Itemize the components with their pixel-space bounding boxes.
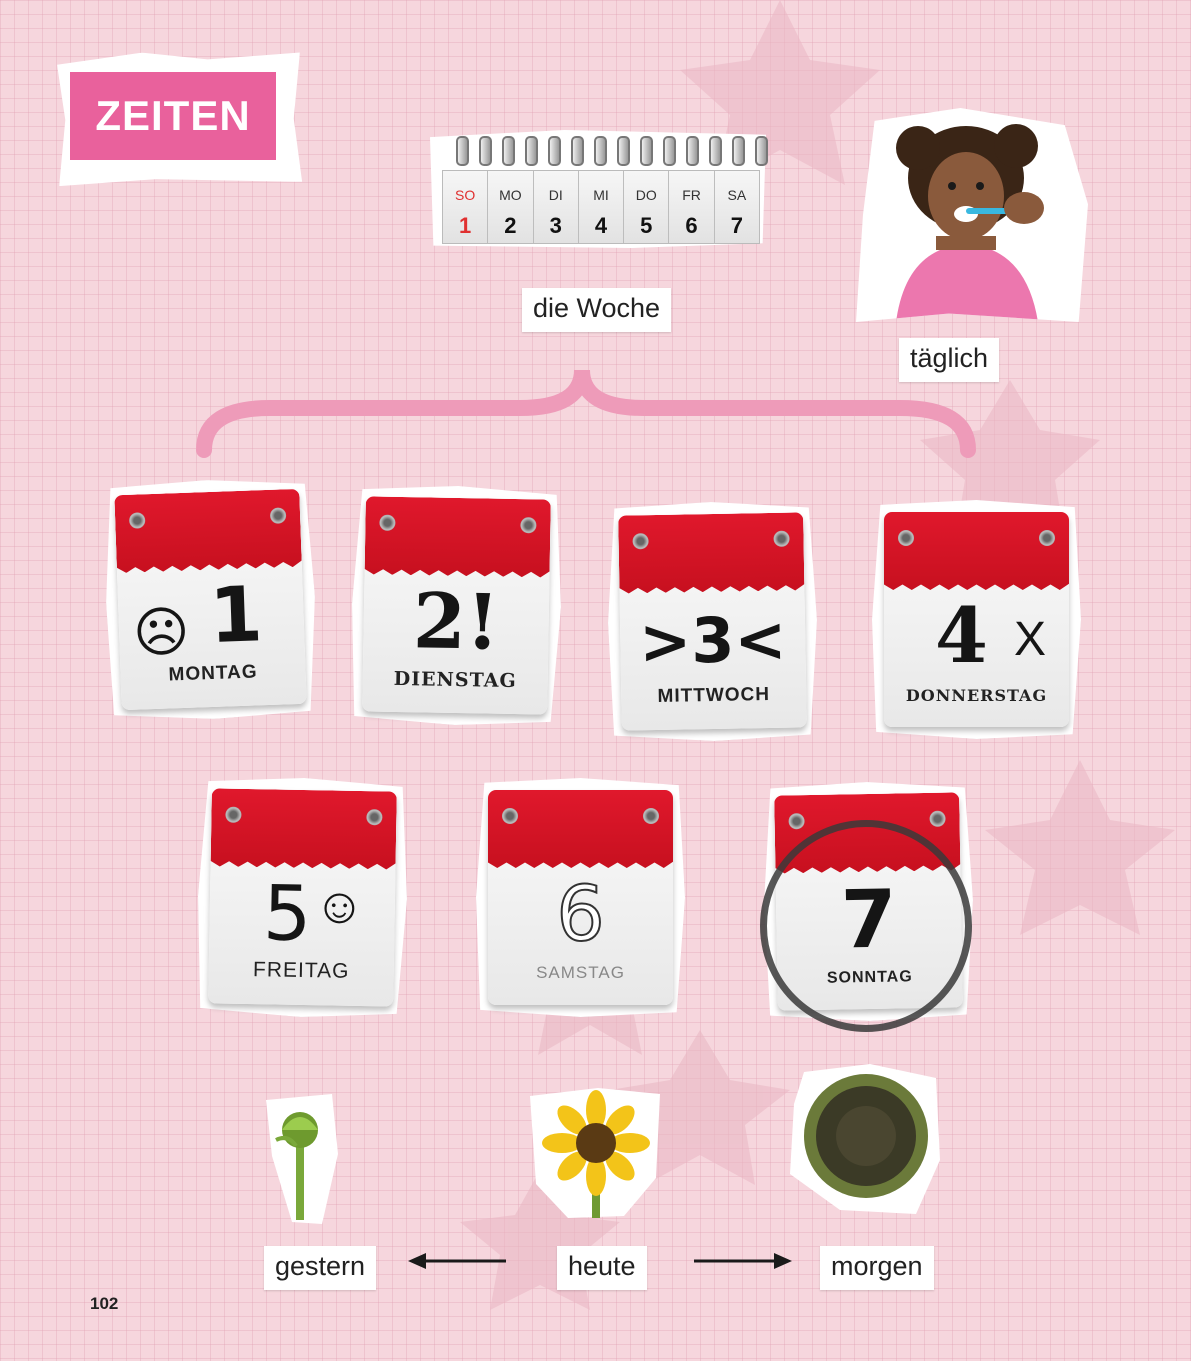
spiral-ring — [640, 136, 653, 166]
hand-drawn-circle-mark — [760, 820, 972, 1032]
week-day-number: 2 — [504, 213, 517, 238]
card-red-header — [488, 790, 673, 868]
week-day-abbr: DO — [635, 187, 657, 203]
week-day-abbr: SO — [455, 187, 476, 203]
week-day-abbr: DI — [548, 187, 563, 203]
smiley-face-icon: ☺ — [313, 877, 366, 935]
x-mark-icon: X — [1014, 613, 1047, 666]
week-calendar: SO 1 MO 2 DI 3 MI 4 DO 5 FR 6 SA 7 — [442, 170, 760, 244]
week-day-number: 3 — [549, 213, 562, 238]
week-day-monday: MO 2 — [488, 171, 534, 243]
card-day-name: MITTWOCH — [657, 684, 771, 707]
card-day-name: SAMSTAG — [536, 963, 625, 982]
calendar-card-samstag: 6 SAMSTAG — [476, 778, 685, 1017]
label-gestern: gestern — [264, 1246, 377, 1290]
spiral-ring — [594, 136, 607, 166]
week-day-number: 5 — [640, 213, 653, 238]
card-number: 2! — [412, 576, 501, 667]
sunflower-bud-image — [266, 1094, 338, 1224]
card-ring-hole — [502, 808, 518, 824]
calendar-card-donnerstag: 4 X DONNERSTAG — [872, 500, 1081, 739]
label-die-woche: die Woche — [522, 288, 672, 332]
label-heute: heute — [557, 1246, 647, 1290]
spiral-ring — [663, 136, 676, 166]
week-day-number: 1 — [459, 213, 472, 238]
card-ring-hole — [1039, 530, 1055, 546]
calendar-card-dienstag: 2! DIENSTAG — [362, 496, 551, 714]
week-day-friday: FR 6 — [669, 171, 715, 243]
spiral-ring — [709, 136, 722, 166]
week-day-sunday: SO 1 — [443, 171, 489, 243]
spiral-ring — [525, 136, 538, 166]
spiral-ring — [479, 136, 492, 166]
spiral-ring — [502, 136, 515, 166]
card-number: >3< — [638, 602, 787, 679]
week-day-saturday: SA 7 — [715, 171, 759, 243]
calendar-spiral-rings — [456, 136, 768, 166]
spiral-ring — [732, 136, 745, 166]
card-number: 1 — [208, 569, 265, 661]
week-day-abbr: MO — [499, 187, 522, 203]
card-day-name: DIENSTAG — [393, 667, 517, 693]
label-morgen: morgen — [820, 1246, 934, 1290]
card-red-header — [884, 512, 1069, 590]
arrow-right-icon — [694, 1253, 792, 1269]
spiral-ring — [686, 136, 699, 166]
week-brace — [196, 369, 976, 458]
arrow-left-icon — [408, 1253, 506, 1269]
page-number: 102 — [90, 1294, 119, 1313]
week-day-abbr: MI — [593, 187, 609, 203]
week-day-tuesday: DI 3 — [534, 171, 579, 243]
week-day-wednesday: MI 4 — [579, 171, 625, 243]
card-red-header — [365, 496, 551, 577]
calendar-card-montag: ☹ 1 MONTAG — [114, 489, 306, 710]
section-title: ZEITEN — [70, 72, 276, 160]
photo-girl-brushing-teeth — [856, 108, 1088, 322]
spiral-ring — [755, 136, 768, 166]
card-ring-hole — [898, 530, 914, 546]
card-day-name: FREITAG — [252, 958, 350, 983]
card-red-header — [114, 489, 302, 573]
week-day-number: 6 — [685, 213, 698, 238]
sunflower-bloom-image — [530, 1088, 660, 1218]
week-day-abbr: FR — [682, 187, 701, 203]
card-red-header — [618, 512, 804, 593]
spiral-ring — [456, 136, 469, 166]
card-ring-hole — [643, 808, 659, 824]
card-red-header — [211, 788, 397, 869]
week-day-number: 7 — [730, 213, 743, 238]
spiral-ring — [617, 136, 630, 166]
sunflower-wilted-image — [790, 1064, 940, 1214]
card-number: 6 — [555, 869, 605, 958]
spiral-ring — [571, 136, 584, 166]
card-day-name: DONNERSTAG — [905, 686, 1048, 705]
spiral-ring — [548, 136, 561, 166]
week-day-thursday: DO 5 — [624, 171, 670, 243]
calendar-card-mittwoch: >3< MITTWOCH — [618, 512, 807, 730]
week-day-number: 4 — [594, 213, 608, 238]
girl-brushing-teeth-illustration — [896, 124, 1044, 322]
week-day-abbr: SA — [727, 187, 747, 203]
calendar-card-freitag: 5 ☺ FREITAG — [208, 788, 397, 1006]
